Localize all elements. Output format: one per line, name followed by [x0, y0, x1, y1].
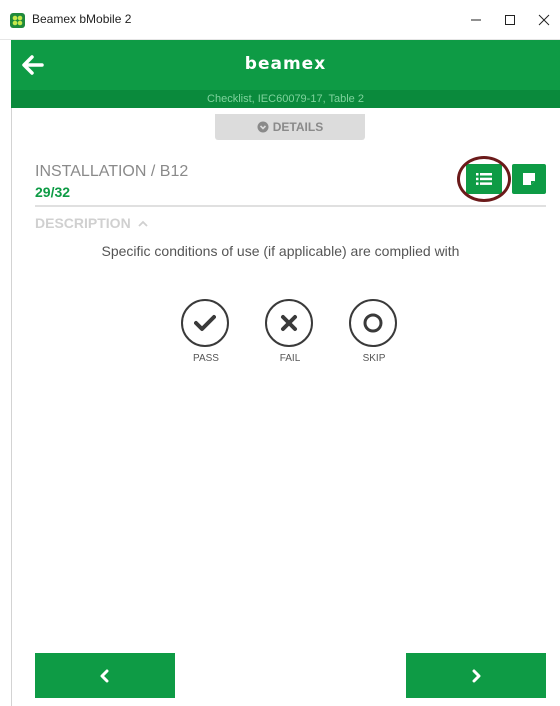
- pass-label: PASS: [193, 353, 219, 364]
- description-text: Specific conditions of use (if applicabl…: [101, 243, 460, 259]
- close-icon: [538, 14, 550, 26]
- item-progress: 29/32: [35, 184, 71, 200]
- check-icon: [194, 315, 216, 331]
- circle-icon: [363, 313, 383, 333]
- maximize-icon: [505, 15, 515, 25]
- fail-circle: [265, 299, 313, 347]
- minimize-icon: [471, 19, 481, 21]
- details-tab[interactable]: DETAILS: [215, 114, 365, 140]
- brand-logo: beamex: [244, 54, 327, 74]
- description-toggle[interactable]: DESCRIPTION: [35, 215, 148, 231]
- fail-label: FAIL: [279, 353, 301, 364]
- description-label: DESCRIPTION: [35, 215, 131, 231]
- window-border: [11, 40, 12, 706]
- close-button[interactable]: [526, 6, 560, 34]
- item-title: INSTALLATION / B12: [35, 163, 189, 180]
- pass-button[interactable]: PASS: [181, 299, 231, 364]
- info-circle-icon: [257, 121, 269, 133]
- checklist-list-button[interactable]: [466, 164, 502, 194]
- skip-button[interactable]: SKIP: [349, 299, 399, 364]
- next-button[interactable]: [406, 653, 546, 698]
- app-icon: [10, 13, 25, 28]
- divider: [35, 205, 546, 207]
- note-icon: [523, 173, 535, 185]
- note-button[interactable]: [512, 164, 546, 194]
- maximize-button[interactable]: [492, 6, 528, 34]
- details-tab-label: DETAILS: [272, 120, 324, 134]
- previous-button[interactable]: [35, 653, 175, 698]
- skip-label: SKIP: [362, 353, 386, 364]
- app-header: beamex: [11, 40, 560, 90]
- pass-circle: [181, 299, 229, 347]
- minimize-button[interactable]: [458, 6, 494, 34]
- list-icon: [476, 173, 492, 185]
- chevron-left-icon: [100, 669, 109, 682]
- checklist-subtitle: Checklist, IEC60079-17, Table 2: [11, 90, 560, 108]
- skip-circle: [349, 299, 397, 347]
- x-icon: [281, 315, 297, 331]
- window-titlebar: Beamex bMobile 2: [0, 0, 560, 40]
- chevron-up-icon: [138, 220, 148, 227]
- fail-button[interactable]: FAIL: [265, 299, 315, 364]
- chevron-right-icon: [472, 669, 481, 682]
- window-title: Beamex bMobile 2: [32, 12, 132, 26]
